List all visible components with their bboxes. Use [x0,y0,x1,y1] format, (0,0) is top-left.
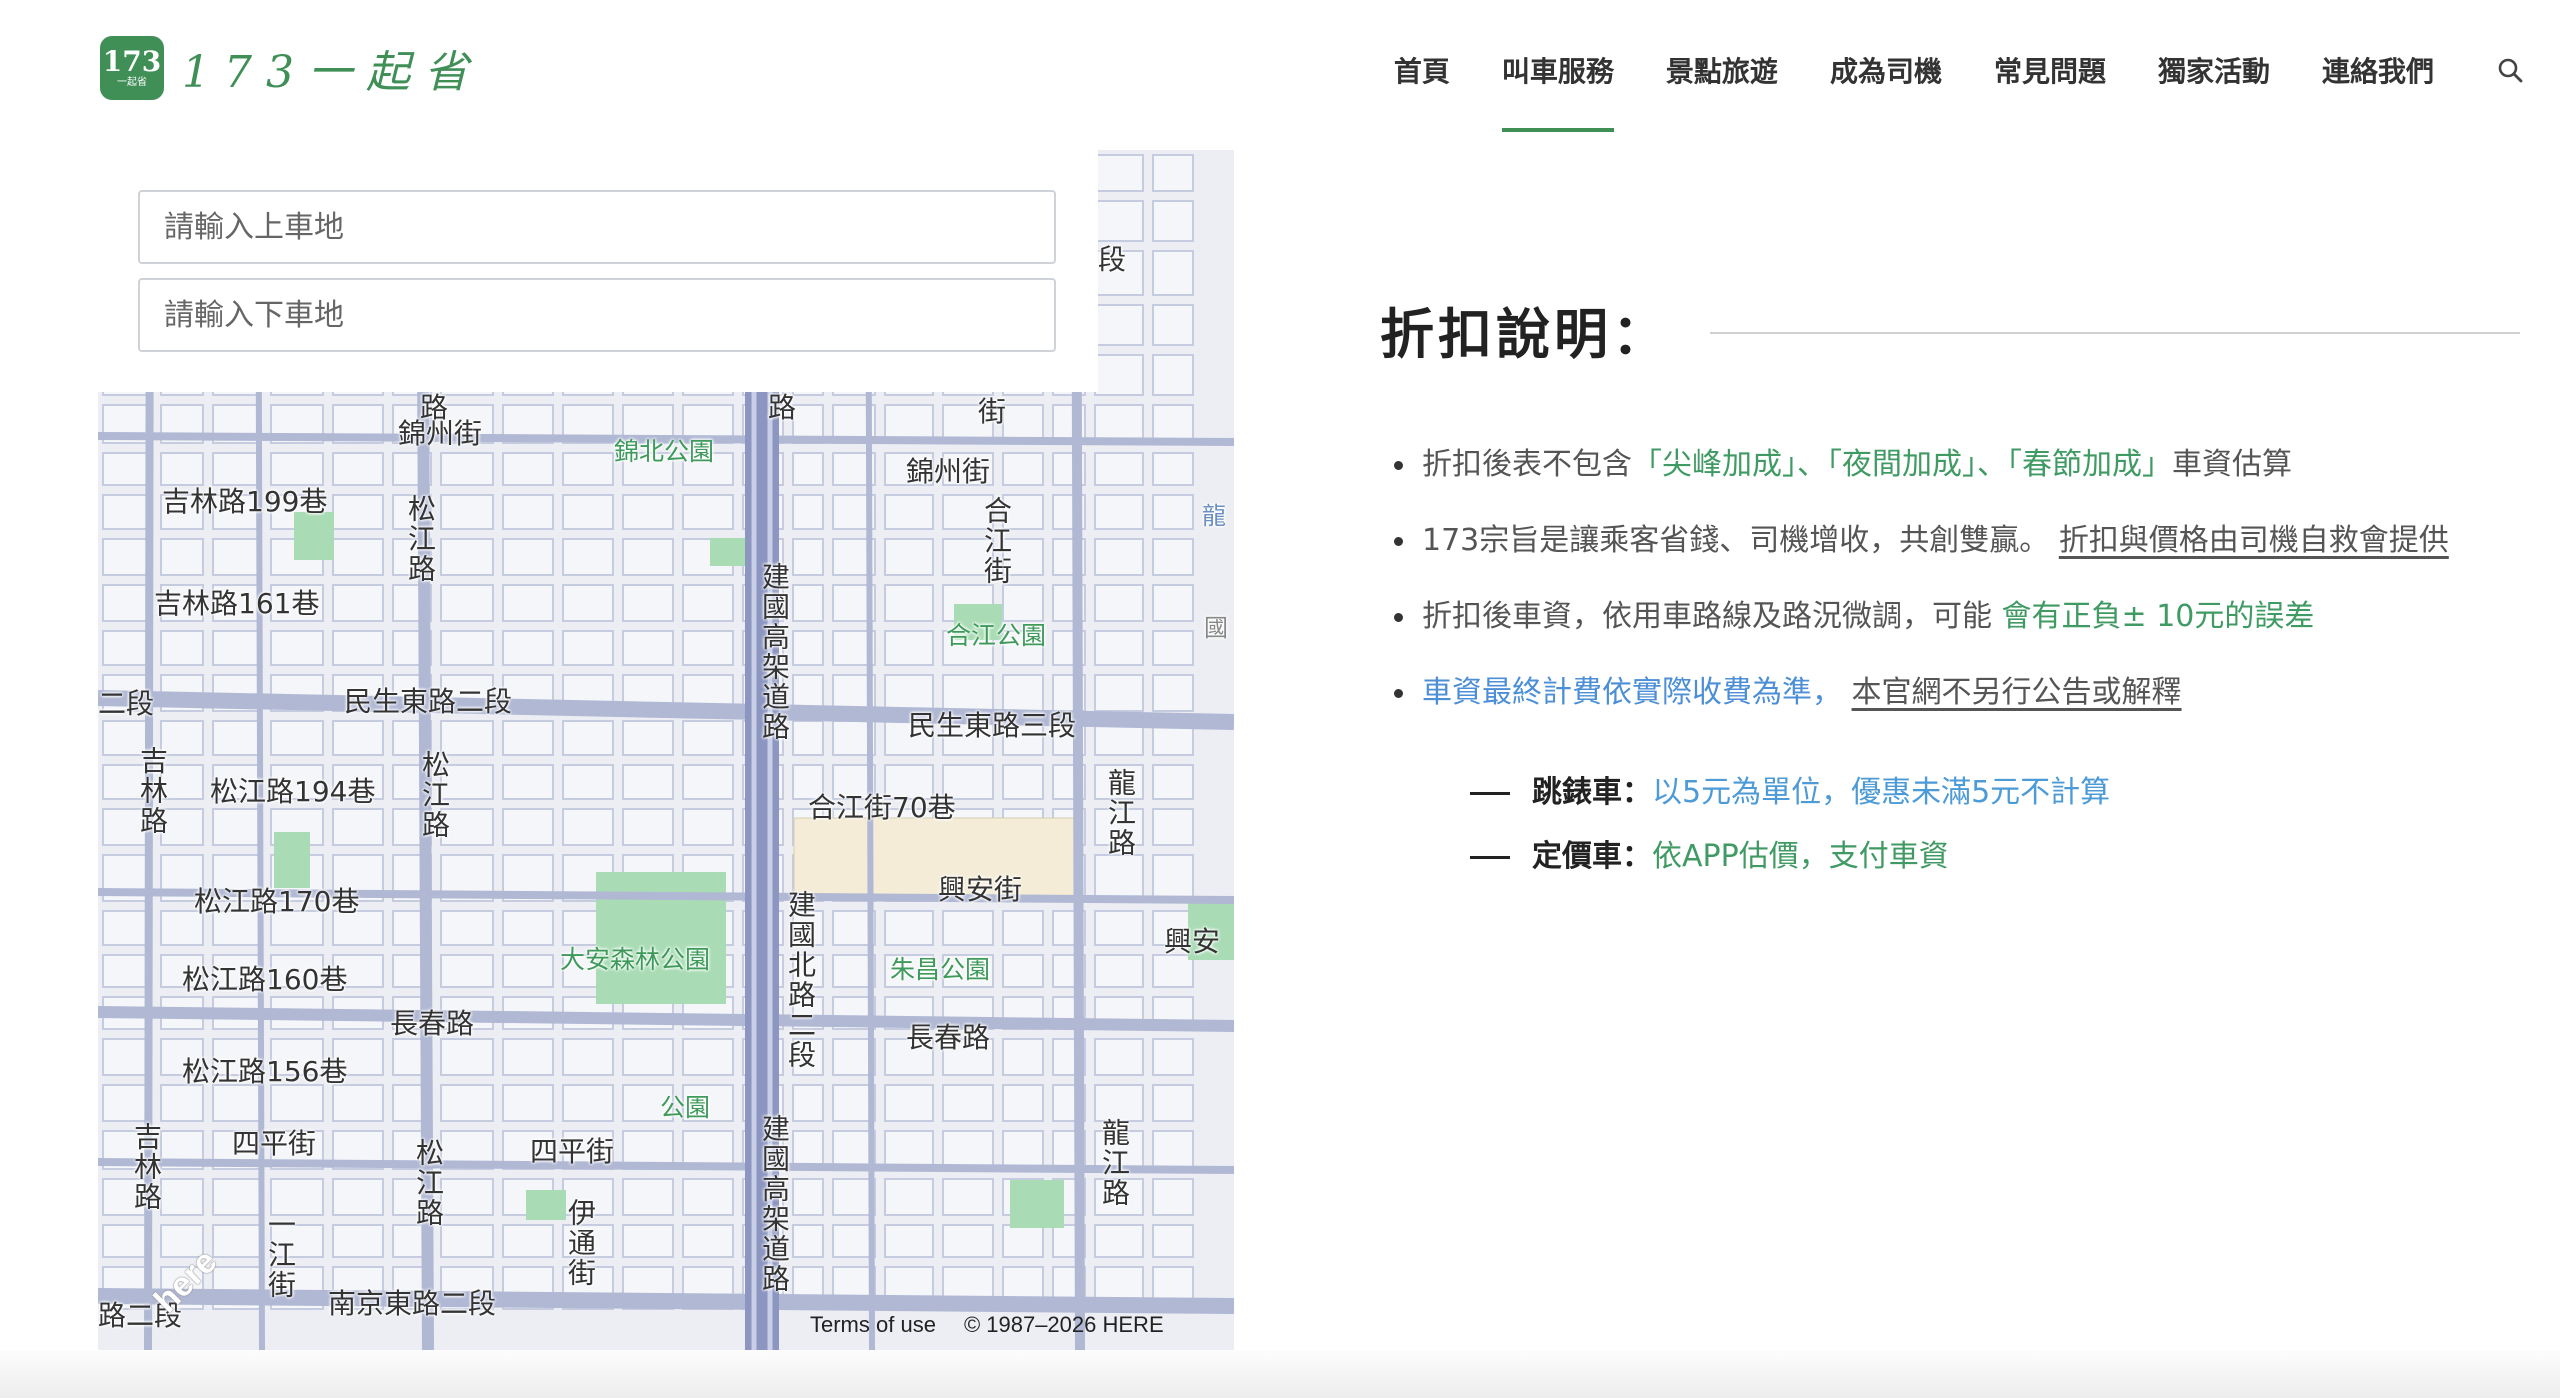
map-label-street: 四平街 [530,1135,615,1168]
map-label-park: 朱昌公園 [890,955,991,984]
map-label-street: 松江路194巷 [210,775,376,808]
discount-item: 折扣後車資，依用車路線及路況微調，可能 會有正負± 10元的誤差 [1380,595,2520,671]
fixed-price-label: 定價車： [1532,839,1652,874]
map-label-park: 合江公園 [946,621,1047,650]
no-announcement-text: 本官網不另行公告或解釋 [1851,675,2182,710]
nav-taxi-service[interactable]: 叫車服務 [1476,0,1640,140]
surcharge-highlight: 「尖峰加成」、「夜間加成」、「春節加成」 [1632,447,2172,482]
route-map[interactable]: 錦州街 錦北公園 錦州街 吉林路199巷 松江路 合江街 建國高架道路 吉林路1… [98,150,1234,1350]
map-label-street: 合江街 [980,496,1013,586]
map-label-park: 大安森林公園 [560,945,711,974]
map-label-street: 路 [768,391,797,424]
map-label-street: 南京東路二段 [328,1287,497,1320]
map-label-street: 龍江路 [1098,1118,1131,1208]
map-label-street: 錦州街 [906,455,991,488]
fare-types: 跳錶車：以5元為單位，優惠未滿5元不計算 定價車：依APP估價，支付車資 [1470,771,2520,899]
nav-travel[interactable]: 景點旅遊 [1640,0,1804,140]
map-label-street: 松江路 [412,1138,445,1228]
title-divider [1710,331,2520,334]
map-label-park: 錦北公園 [614,437,715,466]
discount-item-text: 折扣後表不包含 [1422,447,1632,482]
discount-item: 車資最終計費依實際收費為準， 本官網不另行公告或解釋 [1380,671,2520,747]
map-label-street: 龍江路 [1104,768,1137,858]
nav-contact[interactable]: 連絡我們 [2296,0,2460,140]
discount-title: 折扣說明： [1380,303,1670,366]
map-label-street: 一江街 [264,1210,297,1300]
map-label-street: 吉林路 [136,746,169,836]
nav-become-driver[interactable]: 成為司機 [1804,0,1968,140]
map-label-expressway: 建國高架道路 [758,562,791,742]
site-logo[interactable]: 173 一起省 173一起省 [100,36,482,100]
meter-taxi-label: 跳錶車： [1532,775,1652,810]
site-header: 173 一起省 173一起省 首頁 叫車服務 景點旅遊 成為司機 常見問題 獨家… [0,0,2560,140]
map-label-street: 松江路 [404,494,437,584]
error-margin-highlight: 會有正負± 10元的誤差 [2001,599,2315,634]
discount-item: 折扣後表不包含「尖峰加成」、「夜間加成」、「春節加成」車資估算 [1380,443,2520,519]
driver-association-link: 折扣與價格由司機自救會提供 [2058,523,2449,558]
page-bottom-edge [0,1350,2560,1398]
map-label-street: 龍 [1202,502,1226,530]
final-fare-highlight: 車資最終計費依實際收費為準， [1422,675,1842,710]
map-attribution: Terms of use © 1987–2026 HERE [810,1312,1192,1338]
map-label-street: 四平街 [232,1127,317,1160]
discount-title-row: 折扣說明： [1380,290,2520,369]
map-label-street: 段 [1098,243,1127,276]
map-label-street: 吉林路 [130,1122,163,1212]
main-nav: 首頁 叫車服務 景點旅遊 成為司機 常見問題 獨家活動 連絡我們 [1368,0,2560,140]
map-label-street: 街 [978,395,1007,428]
dash-icon [1470,856,1510,859]
map-label-expressway: 建國高架道路 [758,1114,791,1294]
discount-list: 折扣後表不包含「尖峰加成」、「夜間加成」、「春節加成」車資估算 173宗旨是讓乘… [1380,443,2520,747]
meter-taxi-value: 以5元為單位，優惠未滿5元不計算 [1652,775,2111,810]
map-label-park: 公園 [660,1093,711,1122]
map-label-street: 松江路160巷 [182,963,348,996]
map-label-street: 興安街 [938,873,1023,906]
logo-small-text: 一起省 [117,77,147,88]
map-label-street: 松江路 [418,750,451,840]
map-label-street: 吉林路199巷 [162,485,328,518]
map-label-street: 國 [1204,614,1228,642]
search-icon[interactable] [2460,0,2560,140]
logo-number: 173 [102,45,162,78]
dropoff-input[interactable] [138,278,1056,352]
map-label-street: 民生東路二段 [344,685,513,718]
logo-badge: 173 一起省 [100,36,164,100]
fixed-price-value: 依APP估價，支付車資 [1652,839,1949,874]
discount-item-text: 折扣後車資，依用車路線及路況微調，可能 [1422,599,1992,634]
map-label-street: 松江路156巷 [182,1055,348,1088]
dash-icon [1470,792,1510,795]
discount-item: 173宗旨是讓乘客省錢、司機增收，共創雙贏。 折扣與價格由司機自救會提供 [1380,519,2520,595]
map-label-street: 民生東路三段 [908,709,1077,742]
discount-section: 折扣說明： 折扣後表不包含「尖峰加成」、「夜間加成」、「春節加成」車資估算 17… [1380,290,2520,899]
map-label-street: 伊通街 [564,1198,597,1288]
map-label-street: 長春路 [906,1021,991,1054]
map-label-street: 建國北路二段 [784,890,817,1070]
map-label-street: 興安 [1164,925,1221,958]
map-label-street: 二段 [98,687,155,720]
nav-faq[interactable]: 常見問題 [1968,0,2132,140]
discount-item-text: 173宗旨是讓乘客省錢、司機增收，共創雙贏。 [1422,523,2050,558]
logo-text: 173一起省 [182,47,482,98]
fixed-price-row: 定價車：依APP估價，支付車資 [1470,835,2520,899]
map-label-street: 長春路 [390,1007,475,1040]
nav-home[interactable]: 首頁 [1368,0,1476,140]
meter-taxi-row: 跳錶車：以5元為單位，優惠未滿5元不計算 [1470,771,2520,835]
nav-promotions[interactable]: 獨家活動 [2132,0,2296,140]
address-search-panel [98,150,1098,392]
map-label-street: 合江街70巷 [808,791,956,824]
terms-of-use-link[interactable]: Terms of use [810,1312,936,1337]
discount-item-text: 車資估算 [2172,447,2292,482]
map-label-street: 路 [420,391,449,424]
pickup-input[interactable] [138,190,1056,264]
map-copyright: © 1987–2026 HERE [963,1312,1164,1337]
map-label-street: 松江路170巷 [194,885,360,918]
map-label-street: 吉林路161巷 [154,587,320,620]
